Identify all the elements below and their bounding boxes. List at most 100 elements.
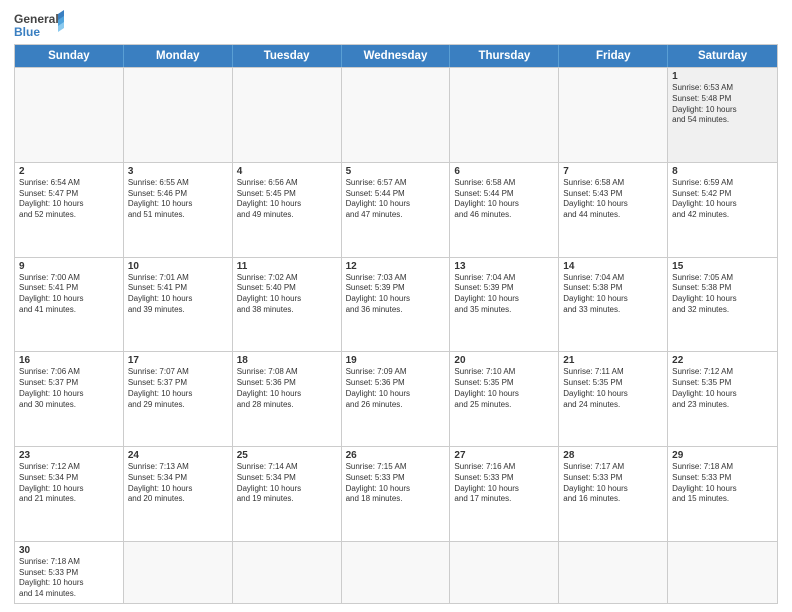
calendar: SundayMondayTuesdayWednesdayThursdayFrid… [14,44,778,604]
day-info: Sunrise: 7:16 AM Sunset: 5:33 PM Dayligh… [454,462,554,505]
day-cell-empty [559,68,668,162]
day-cell-11: 11Sunrise: 7:02 AM Sunset: 5:40 PM Dayli… [233,258,342,352]
day-number: 7 [563,166,663,177]
day-info: Sunrise: 7:11 AM Sunset: 5:35 PM Dayligh… [563,367,663,410]
day-number: 2 [19,166,119,177]
day-number: 24 [128,450,228,461]
day-number: 10 [128,261,228,272]
day-info: Sunrise: 7:12 AM Sunset: 5:34 PM Dayligh… [19,462,119,505]
day-info: Sunrise: 7:15 AM Sunset: 5:33 PM Dayligh… [346,462,446,505]
day-cell-17: 17Sunrise: 7:07 AM Sunset: 5:37 PM Dayli… [124,352,233,446]
day-number: 3 [128,166,228,177]
day-info: Sunrise: 7:05 AM Sunset: 5:38 PM Dayligh… [672,273,773,316]
day-cell-empty [124,542,233,603]
day-number: 4 [237,166,337,177]
day-cell-empty [559,542,668,603]
day-info: Sunrise: 7:10 AM Sunset: 5:35 PM Dayligh… [454,367,554,410]
day-cell-empty [233,542,342,603]
day-info: Sunrise: 7:08 AM Sunset: 5:36 PM Dayligh… [237,367,337,410]
day-number: 28 [563,450,663,461]
day-info: Sunrise: 7:07 AM Sunset: 5:37 PM Dayligh… [128,367,228,410]
day-cell-16: 16Sunrise: 7:06 AM Sunset: 5:37 PM Dayli… [15,352,124,446]
day-number: 26 [346,450,446,461]
day-header-thursday: Thursday [450,45,559,67]
day-cell-empty [15,68,124,162]
day-number: 21 [563,355,663,366]
svg-text:General: General [14,12,59,26]
day-number: 29 [672,450,773,461]
day-cell-15: 15Sunrise: 7:05 AM Sunset: 5:38 PM Dayli… [668,258,777,352]
day-info: Sunrise: 6:58 AM Sunset: 5:43 PM Dayligh… [563,178,663,221]
week-row-last: 30Sunrise: 7:18 AM Sunset: 5:33 PM Dayli… [15,541,777,603]
day-info: Sunrise: 7:04 AM Sunset: 5:38 PM Dayligh… [563,273,663,316]
day-number: 23 [19,450,119,461]
day-cell-6: 6Sunrise: 6:58 AM Sunset: 5:44 PM Daylig… [450,163,559,257]
day-info: Sunrise: 7:13 AM Sunset: 5:34 PM Dayligh… [128,462,228,505]
day-number: 19 [346,355,446,366]
day-number: 9 [19,261,119,272]
day-header-monday: Monday [124,45,233,67]
day-info: Sunrise: 7:01 AM Sunset: 5:41 PM Dayligh… [128,273,228,316]
day-cell-14: 14Sunrise: 7:04 AM Sunset: 5:38 PM Dayli… [559,258,668,352]
day-cell-20: 20Sunrise: 7:10 AM Sunset: 5:35 PM Dayli… [450,352,559,446]
day-header-wednesday: Wednesday [342,45,451,67]
day-cell-empty [124,68,233,162]
day-number: 17 [128,355,228,366]
week-row-3: 16Sunrise: 7:06 AM Sunset: 5:37 PM Dayli… [15,351,777,446]
day-number: 25 [237,450,337,461]
day-cell-empty [450,68,559,162]
day-number: 22 [672,355,773,366]
day-info: Sunrise: 7:03 AM Sunset: 5:39 PM Dayligh… [346,273,446,316]
day-number: 15 [672,261,773,272]
calendar-page: General Blue SundayMondayTuesdayWednesda… [0,0,792,612]
calendar-grid: 1Sunrise: 6:53 AM Sunset: 5:48 PM Daylig… [15,67,777,603]
day-number: 30 [19,545,119,556]
day-header-tuesday: Tuesday [233,45,342,67]
week-row-2: 9Sunrise: 7:00 AM Sunset: 5:41 PM Daylig… [15,257,777,352]
day-number: 5 [346,166,446,177]
day-number: 8 [672,166,773,177]
day-cell-21: 21Sunrise: 7:11 AM Sunset: 5:35 PM Dayli… [559,352,668,446]
day-cell-23: 23Sunrise: 7:12 AM Sunset: 5:34 PM Dayli… [15,447,124,541]
day-info: Sunrise: 7:00 AM Sunset: 5:41 PM Dayligh… [19,273,119,316]
day-cell-27: 27Sunrise: 7:16 AM Sunset: 5:33 PM Dayli… [450,447,559,541]
logo: General Blue [14,10,64,40]
day-info: Sunrise: 7:18 AM Sunset: 5:33 PM Dayligh… [672,462,773,505]
day-cell-30: 30Sunrise: 7:18 AM Sunset: 5:33 PM Dayli… [15,542,124,603]
day-info: Sunrise: 6:55 AM Sunset: 5:46 PM Dayligh… [128,178,228,221]
week-row-0: 1Sunrise: 6:53 AM Sunset: 5:48 PM Daylig… [15,67,777,162]
day-info: Sunrise: 7:04 AM Sunset: 5:39 PM Dayligh… [454,273,554,316]
day-headers: SundayMondayTuesdayWednesdayThursdayFrid… [15,45,777,67]
day-number: 13 [454,261,554,272]
day-cell-10: 10Sunrise: 7:01 AM Sunset: 5:41 PM Dayli… [124,258,233,352]
day-cell-19: 19Sunrise: 7:09 AM Sunset: 5:36 PM Dayli… [342,352,451,446]
week-row-4: 23Sunrise: 7:12 AM Sunset: 5:34 PM Dayli… [15,446,777,541]
week-row-1: 2Sunrise: 6:54 AM Sunset: 5:47 PM Daylig… [15,162,777,257]
day-cell-empty [342,542,451,603]
day-header-friday: Friday [559,45,668,67]
day-number: 12 [346,261,446,272]
day-info: Sunrise: 7:17 AM Sunset: 5:33 PM Dayligh… [563,462,663,505]
day-cell-empty [450,542,559,603]
day-number: 11 [237,261,337,272]
svg-text:Blue: Blue [14,25,40,39]
day-header-saturday: Saturday [668,45,777,67]
day-cell-8: 8Sunrise: 6:59 AM Sunset: 5:42 PM Daylig… [668,163,777,257]
day-cell-empty [342,68,451,162]
day-number: 6 [454,166,554,177]
day-number: 18 [237,355,337,366]
day-cell-2: 2Sunrise: 6:54 AM Sunset: 5:47 PM Daylig… [15,163,124,257]
day-cell-12: 12Sunrise: 7:03 AM Sunset: 5:39 PM Dayli… [342,258,451,352]
day-info: Sunrise: 6:58 AM Sunset: 5:44 PM Dayligh… [454,178,554,221]
day-cell-18: 18Sunrise: 7:08 AM Sunset: 5:36 PM Dayli… [233,352,342,446]
day-number: 1 [672,71,773,82]
day-cell-25: 25Sunrise: 7:14 AM Sunset: 5:34 PM Dayli… [233,447,342,541]
day-info: Sunrise: 7:02 AM Sunset: 5:40 PM Dayligh… [237,273,337,316]
day-number: 16 [19,355,119,366]
day-cell-26: 26Sunrise: 7:15 AM Sunset: 5:33 PM Dayli… [342,447,451,541]
day-info: Sunrise: 6:56 AM Sunset: 5:45 PM Dayligh… [237,178,337,221]
day-info: Sunrise: 6:54 AM Sunset: 5:47 PM Dayligh… [19,178,119,221]
day-cell-24: 24Sunrise: 7:13 AM Sunset: 5:34 PM Dayli… [124,447,233,541]
day-header-sunday: Sunday [15,45,124,67]
day-info: Sunrise: 7:12 AM Sunset: 5:35 PM Dayligh… [672,367,773,410]
